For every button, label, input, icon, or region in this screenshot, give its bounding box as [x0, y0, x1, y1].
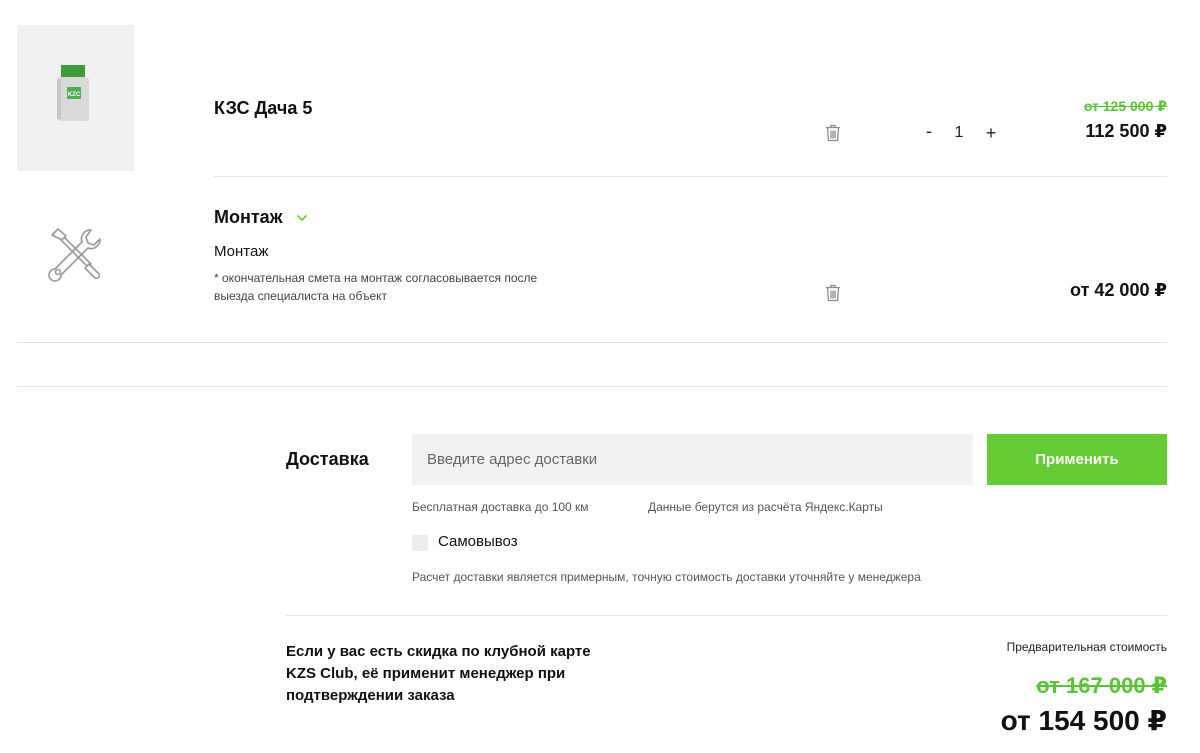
wrench-screwdriver-icon [48, 228, 101, 282]
product-image[interactable]: KZC [17, 25, 134, 171]
delivery-disclaimer: Расчет доставки является примерным, точн… [412, 570, 921, 584]
service-title[interactable]: Монтаж [214, 207, 282, 228]
divider [286, 615, 1167, 616]
trash-icon[interactable] [825, 284, 841, 302]
preliminary-cost-label: Предварительная стоимость [1006, 640, 1167, 654]
delivery-address-input[interactable] [412, 434, 973, 485]
trash-icon[interactable] [825, 124, 841, 142]
quantity-value: 1 [954, 124, 964, 141]
quantity-increase-button[interactable]: + [983, 123, 999, 144]
club-discount-note: Если у вас есть скидка по клубной карте … [286, 643, 591, 704]
pickup-label[interactable]: Самовывоз [438, 533, 518, 550]
apply-button[interactable]: Применить [987, 434, 1167, 485]
product-old-price: от 125 000 ₽ [1083, 98, 1167, 114]
delivery-source-hint: Данные берутся из расчёта Яндекс.Карты [648, 500, 883, 514]
delivery-label: Доставка [286, 449, 369, 469]
service-subtitle: Монтаж [214, 243, 269, 260]
product-price: 112 500 ₽ [1085, 121, 1167, 141]
product-logo-text: KZC [68, 92, 81, 98]
divider [214, 176, 1167, 177]
divider [17, 342, 1167, 343]
quantity-decrease-button[interactable]: - [922, 121, 936, 142]
free-delivery-hint: Бесплатная доставка до 100 км [412, 500, 589, 514]
product-title[interactable]: КЗС Дача 5 [214, 98, 312, 119]
service-price: от 42 000 ₽ [1070, 280, 1167, 300]
total-price: от 154 500 ₽ [1000, 705, 1167, 736]
service-note: * окончательная смета на монтаж согласов… [214, 271, 538, 303]
septic-tank-image: KZC [57, 65, 89, 121]
old-total-price: от 167 000 ₽ [1036, 673, 1167, 698]
pickup-checkbox[interactable] [412, 535, 428, 551]
chevron-down-icon[interactable] [296, 212, 308, 224]
divider [17, 386, 1167, 387]
